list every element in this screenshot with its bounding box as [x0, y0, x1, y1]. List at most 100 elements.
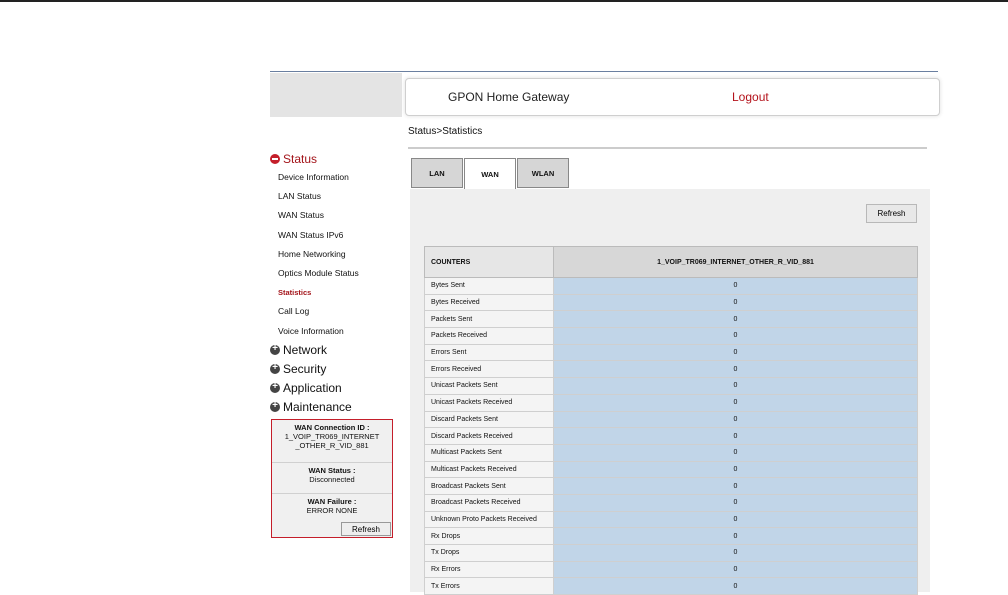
expand-icon — [270, 400, 280, 413]
wan-failure-value: ERROR NONE — [306, 506, 358, 515]
table-row: Discard Packets Sent 0 — [424, 410, 918, 429]
counter-value: 0 — [553, 460, 918, 479]
counter-label: Rx Drops — [424, 527, 554, 545]
table-row: Bytes Received 0 — [424, 293, 918, 312]
counter-label: Broadcast Packets Sent — [424, 477, 554, 495]
counter-label: Errors Sent — [424, 343, 554, 362]
counter-value: 0 — [553, 427, 918, 445]
counter-value: 0 — [553, 293, 918, 312]
statistics-panel: Refresh COUNTERS 1_VOIP_TR069_INTERNET_O… — [410, 189, 930, 595]
refresh-button[interactable]: Refresh — [866, 204, 917, 223]
menu-application[interactable]: Application — [270, 379, 395, 398]
tab-wlan[interactable]: WLAN — [517, 158, 569, 188]
sidebar-item-statistics[interactable]: Statistics — [270, 283, 395, 302]
breadcrumb: Status>Statistics — [408, 126, 483, 137]
tab-lan[interactable]: LAN — [411, 158, 463, 188]
wan-failure-section: WAN Failure : ERROR NONE — [272, 494, 392, 524]
table-row: Unicast Packets Received 0 — [424, 393, 918, 412]
counter-label: Unicast Packets Sent — [424, 377, 554, 395]
counter-label: Multicast Packets Received — [424, 460, 554, 479]
counter-value: 0 — [553, 527, 918, 545]
counter-value: 0 — [553, 410, 918, 429]
tab-bar: LAN WAN WLAN — [411, 158, 570, 190]
menu-network[interactable]: Network — [270, 341, 395, 360]
expand-icon — [270, 381, 280, 394]
collapse-icon — [270, 154, 280, 164]
menu-groups: Network Security Application Maintenance — [270, 341, 395, 417]
connection-header: 1_VOIP_TR069_INTERNET_OTHER_R_VID_881 — [553, 246, 918, 278]
sidebar-item-optics-module-status[interactable]: Optics Module Status — [270, 264, 395, 283]
info-refresh-button[interactable]: Refresh — [341, 522, 391, 536]
wan-status-label: WAN Status : — [308, 466, 356, 475]
menu-security[interactable]: Security — [270, 360, 395, 379]
table-row: Rx Drops 0 — [424, 527, 918, 545]
tab-wan[interactable]: WAN — [464, 158, 516, 190]
expand-icon — [270, 343, 280, 356]
counter-label: Tx Drops — [424, 544, 554, 562]
header-bar: GPON Home Gateway Logout — [405, 78, 940, 116]
counter-value: 0 — [553, 377, 918, 395]
table-row: Tx Drops 0 — [424, 544, 918, 562]
logout-link[interactable]: Logout — [732, 90, 769, 104]
conn-id-value: 1_VOIP_TR069_INTERNET _OTHER_R_VID_881 — [284, 432, 380, 450]
wan-status-value: Disconnected — [309, 475, 355, 484]
logo-area — [270, 73, 402, 117]
wan-info-box: WAN Connection ID : 1_VOIP_TR069_INTERNE… — [271, 419, 393, 538]
counter-value: 0 — [553, 577, 918, 595]
sidebar-item-wan-status-ipv6[interactable]: WAN Status IPv6 — [270, 226, 395, 245]
counter-label: Rx Errors — [424, 560, 554, 579]
menu-application-label: Application — [283, 381, 342, 396]
table-header-row: COUNTERS 1_VOIP_TR069_INTERNET_OTHER_R_V… — [424, 246, 918, 278]
counter-value: 0 — [553, 343, 918, 362]
counter-label: Discard Packets Received — [424, 427, 554, 445]
table-row: Multicast Packets Sent 0 — [424, 443, 918, 462]
counters-header: COUNTERS — [424, 246, 554, 278]
menu-status-label: Status — [283, 152, 318, 166]
counter-label: Unicast Packets Received — [424, 393, 554, 412]
menu-maintenance-label: Maintenance — [283, 400, 352, 415]
counter-label: Packets Received — [424, 327, 554, 345]
counter-value: 0 — [553, 560, 918, 579]
table-row: Multicast Packets Received 0 — [424, 460, 918, 479]
counter-label: Bytes Received — [424, 293, 554, 312]
conn-id-label: WAN Connection ID : — [294, 423, 370, 432]
wan-status-section: WAN Status : Disconnected — [272, 463, 392, 494]
sidebar-item-home-networking[interactable]: Home Networking — [270, 245, 395, 264]
counter-label: Discard Packets Sent — [424, 410, 554, 429]
sidebar-item-call-log[interactable]: Call Log — [270, 302, 395, 321]
counter-value: 0 — [553, 493, 918, 512]
statistics-table: COUNTERS 1_VOIP_TR069_INTERNET_OTHER_R_V… — [424, 246, 918, 595]
counter-label: Tx Errors — [424, 577, 554, 595]
table-row: Discard Packets Received 0 — [424, 427, 918, 445]
menu-status[interactable]: Status — [270, 150, 395, 168]
table-row: Rx Errors 0 — [424, 560, 918, 579]
counter-value: 0 — [553, 327, 918, 345]
sidebar-item-wan-status[interactable]: WAN Status — [270, 206, 395, 225]
wan-failure-label: WAN Failure : — [307, 497, 357, 506]
sidebar-item-device-information[interactable]: Device Information — [270, 168, 395, 187]
sidebar: Status Device Information LAN Status WAN S… — [270, 150, 395, 417]
counter-value: 0 — [553, 277, 918, 295]
counter-value: 0 — [553, 510, 918, 529]
expand-icon — [270, 362, 280, 375]
sidebar-item-voice-information[interactable]: Voice Information — [270, 322, 395, 341]
table-row: Packets Sent 0 — [424, 310, 918, 329]
counter-label: Packets Sent — [424, 310, 554, 329]
menu-network-label: Network — [283, 343, 328, 358]
top-rule — [0, 0, 1008, 2]
counter-value: 0 — [553, 360, 918, 379]
counter-value: 0 — [553, 310, 918, 329]
table-row: Packets Received 0 — [424, 327, 918, 345]
table-row: Errors Sent 0 — [424, 343, 918, 362]
counter-value: 0 — [553, 477, 918, 495]
sidebar-item-lan-status[interactable]: LAN Status — [270, 187, 395, 206]
counter-label: Multicast Packets Sent — [424, 443, 554, 462]
breadcrumb-divider — [408, 147, 927, 149]
counter-value: 0 — [553, 443, 918, 462]
counter-label: Broadcast Packets Received — [424, 493, 554, 512]
menu-maintenance[interactable]: Maintenance — [270, 398, 395, 417]
counter-label: Bytes Sent — [424, 277, 554, 295]
table-row: Errors Received 0 — [424, 360, 918, 379]
status-submenu: Device Information LAN Status WAN Status WA… — [270, 168, 395, 341]
conn-id-section: WAN Connection ID : 1_VOIP_TR069_INTERNE… — [272, 420, 392, 463]
